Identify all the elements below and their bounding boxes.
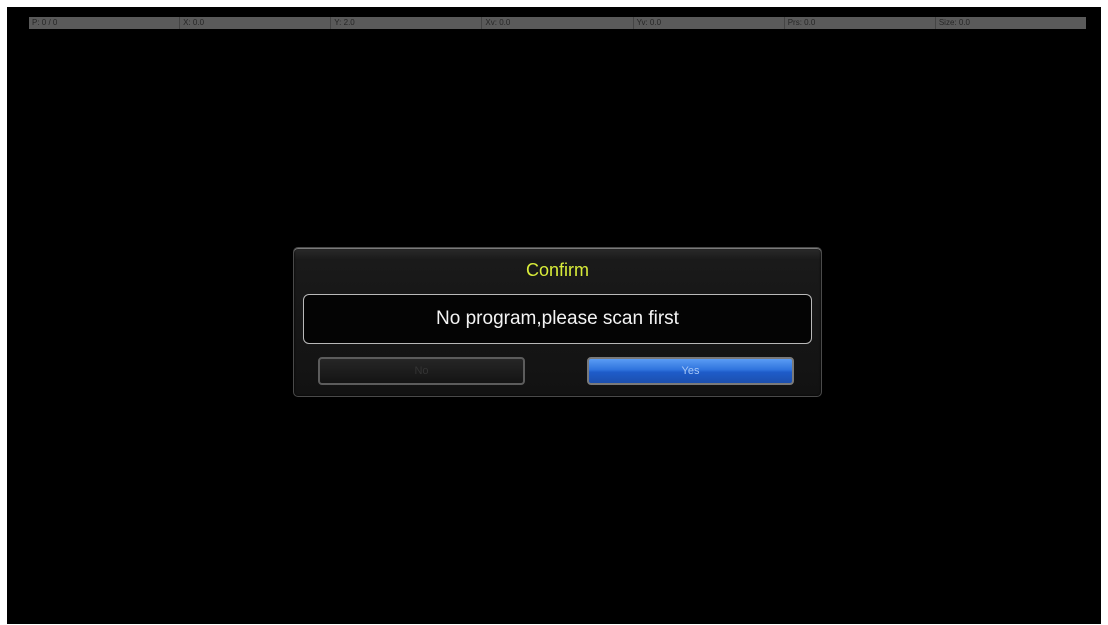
status-y: Y: 2.0 (330, 17, 481, 29)
status-size: Size: 0.0 (934, 17, 1086, 29)
status-x: X: 0.0 (179, 17, 330, 29)
tv-screen: P: 0 / 0 X: 0.0 Y: 2.0 Xv: 0.0 Yv: 0.0 P… (7, 7, 1101, 624)
message-box: No program,please scan first (303, 294, 812, 344)
status-y-velocity: Yv: 0.0 (632, 17, 784, 29)
status-x-velocity: Xv: 0.0 (481, 17, 632, 29)
no-button[interactable]: No (318, 357, 525, 385)
status-pressure: Prs: 0.0 (783, 17, 935, 29)
dialog-title: Confirm (525, 260, 589, 280)
pointer-location-status-bar: P: 0 / 0 X: 0.0 Y: 2.0 Xv: 0.0 Yv: 0.0 P… (29, 17, 1086, 29)
confirm-dialog: Confirm No program,please scan first No … (293, 247, 822, 397)
status-pointer-count: P: 0 / 0 (32, 18, 58, 27)
dialog-message: No program,please scan first (436, 308, 679, 329)
yes-button[interactable]: Yes (587, 357, 794, 385)
